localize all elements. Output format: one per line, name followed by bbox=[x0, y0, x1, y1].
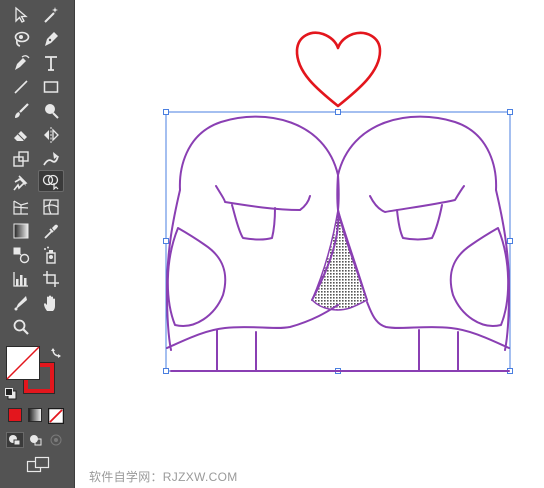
reflect-icon bbox=[44, 127, 59, 143]
shaper-icon bbox=[45, 104, 59, 119]
shaper-tool[interactable] bbox=[38, 100, 64, 122]
lasso-icon bbox=[14, 31, 30, 47]
rectangle-icon bbox=[43, 81, 59, 93]
hand-tool[interactable] bbox=[38, 292, 64, 314]
line-segment-icon bbox=[14, 80, 28, 94]
swap-fill-stroke-button[interactable] bbox=[50, 345, 64, 359]
tools-panel bbox=[0, 0, 75, 488]
paintbrush-icon bbox=[15, 103, 29, 118]
scale-tool[interactable] bbox=[8, 148, 34, 170]
perspective-grid-tool[interactable] bbox=[8, 196, 34, 218]
reflect-tool[interactable] bbox=[38, 124, 64, 146]
artwork bbox=[163, 31, 513, 374]
eraser-tool[interactable] bbox=[8, 124, 34, 146]
draw-behind-icon bbox=[30, 435, 42, 446]
dotted-belly-region[interactable] bbox=[311, 209, 368, 311]
fill-swatch[interactable] bbox=[6, 346, 40, 380]
mesh-tool[interactable] bbox=[38, 196, 64, 218]
gradient-icon bbox=[13, 223, 29, 239]
blend-icon bbox=[13, 247, 30, 264]
color-mode-button[interactable] bbox=[8, 408, 22, 422]
magic-wand-icon bbox=[44, 7, 58, 23]
pen-tool[interactable] bbox=[38, 28, 64, 50]
default-colors-icon bbox=[5, 388, 17, 400]
type-icon bbox=[45, 56, 57, 71]
heart-shape[interactable] bbox=[295, 31, 382, 108]
none-icon bbox=[47, 407, 65, 425]
scale-icon bbox=[13, 151, 29, 167]
warp-tool[interactable] bbox=[38, 148, 64, 170]
column-graph-icon bbox=[13, 272, 28, 287]
mesh-icon bbox=[43, 199, 59, 215]
selection-tool[interactable] bbox=[8, 4, 34, 26]
eyedropper-icon bbox=[44, 224, 58, 239]
perspective-grid-icon bbox=[13, 200, 29, 215]
shape-builder-icon bbox=[42, 174, 59, 190]
pin-icon bbox=[13, 175, 28, 191]
artboard-icon bbox=[43, 271, 59, 287]
lasso-tool[interactable] bbox=[8, 28, 34, 50]
screen-mode-icon bbox=[26, 456, 50, 473]
draw-inside-button[interactable] bbox=[48, 433, 64, 447]
draw-normal-button[interactable] bbox=[6, 432, 24, 448]
pen-icon bbox=[45, 32, 58, 46]
eyedropper-tool[interactable] bbox=[38, 220, 64, 242]
slice-icon bbox=[14, 296, 27, 311]
column-graph-tool[interactable] bbox=[8, 268, 34, 290]
hand-icon bbox=[44, 295, 55, 311]
paintbrush-tool[interactable] bbox=[8, 100, 34, 122]
line-tool[interactable] bbox=[8, 76, 34, 98]
curvature-tool[interactable] bbox=[8, 52, 34, 74]
type-tool[interactable] bbox=[38, 52, 64, 74]
no-fill-icon bbox=[6, 346, 40, 380]
gradient-tool[interactable] bbox=[8, 220, 34, 242]
draw-behind-button[interactable] bbox=[28, 433, 44, 447]
draw-normal-icon bbox=[9, 435, 21, 446]
slice-tool[interactable] bbox=[8, 292, 34, 314]
eraser-icon bbox=[14, 131, 27, 141]
gradient-mode-button[interactable] bbox=[28, 408, 42, 422]
none-mode-button[interactable] bbox=[47, 407, 65, 425]
default-fill-stroke-button[interactable] bbox=[5, 387, 17, 400]
rectangle-tool[interactable] bbox=[38, 76, 64, 98]
curvature-icon bbox=[15, 55, 30, 70]
draw-inside-icon bbox=[50, 434, 62, 446]
artboard-tool[interactable] bbox=[38, 268, 64, 290]
zoom-tool[interactable] bbox=[8, 316, 34, 338]
shape-builder-tool[interactable] bbox=[38, 170, 64, 192]
blend-tool[interactable] bbox=[8, 244, 34, 266]
magic-wand-tool[interactable] bbox=[38, 4, 64, 26]
artboard-canvas[interactable] bbox=[75, 0, 544, 488]
watermark-text: 软件自学网：RJZXW.COM bbox=[89, 470, 238, 484]
arrow-icon bbox=[15, 6, 28, 23]
puppet-warp-tool[interactable] bbox=[8, 172, 34, 194]
symbol-sprayer-icon bbox=[44, 246, 56, 264]
swap-arrow-icon bbox=[51, 348, 61, 358]
symbol-sprayer-tool[interactable] bbox=[38, 244, 64, 266]
screen-mode-button[interactable] bbox=[26, 456, 50, 474]
warp-icon bbox=[43, 152, 59, 166]
magnifier-icon bbox=[13, 319, 29, 335]
